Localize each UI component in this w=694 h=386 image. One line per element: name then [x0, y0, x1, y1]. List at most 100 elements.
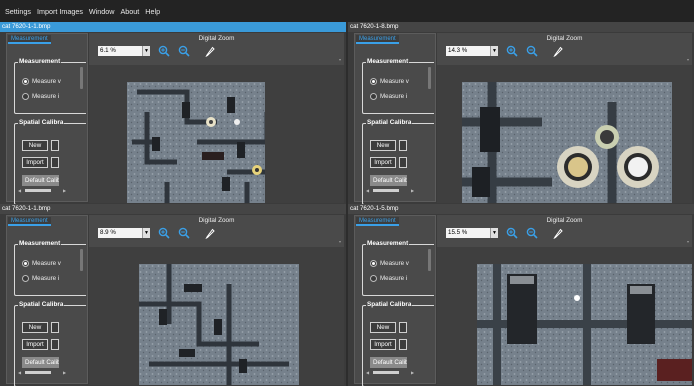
radio-dot[interactable] — [22, 93, 29, 100]
menu-item-help[interactable]: Help — [142, 7, 163, 16]
resize-grip-icon[interactable]: ▾ — [339, 57, 341, 62]
new-button[interactable]: New — [22, 140, 48, 151]
resize-grip-icon[interactable]: ▾ — [339, 239, 341, 244]
digital-zoom-title: Digital Zoom — [546, 217, 583, 224]
radio-dot[interactable] — [370, 93, 377, 100]
zoom-level-select[interactable]: 6.1 % ▼ — [98, 46, 150, 56]
zoom-in-icon[interactable] — [158, 227, 170, 239]
radio-measure-image[interactable]: Measure i — [22, 93, 59, 100]
scrollbar[interactable] — [80, 249, 83, 271]
radio-dot[interactable] — [22, 78, 29, 85]
micrograph-image[interactable] — [127, 82, 265, 203]
zoom-out-icon[interactable] — [178, 45, 190, 57]
resize-grip-icon[interactable]: ▾ — [687, 239, 689, 244]
menu-item-window[interactable]: Window — [86, 7, 118, 16]
zoom-out-icon[interactable] — [178, 227, 190, 239]
radio-measure-visible[interactable]: Measure v — [22, 78, 61, 85]
new-button[interactable]: New — [370, 140, 396, 151]
scrollbar[interactable] — [428, 67, 431, 89]
radio-dot[interactable] — [370, 78, 377, 85]
default-calibration-button[interactable]: Default Calib — [370, 175, 407, 186]
new-button[interactable]: New — [22, 322, 48, 333]
default-calibration-button[interactable]: Default Calib — [22, 357, 59, 368]
dropdown-arrow-icon[interactable]: ▼ — [142, 228, 150, 238]
export-button[interactable] — [51, 157, 59, 168]
zoom-out-icon[interactable] — [526, 45, 538, 57]
scrollbar[interactable] — [80, 67, 83, 89]
export-button[interactable] — [399, 339, 407, 350]
window-title[interactable]: cat 7620-1-8.bmp — [348, 22, 694, 32]
zoom-in-icon[interactable] — [506, 45, 518, 57]
import-button[interactable]: Import — [370, 339, 396, 350]
radio-dot[interactable] — [22, 275, 29, 282]
dropdown-arrow-icon[interactable]: ▼ — [142, 46, 150, 56]
pencil-icon[interactable] — [552, 227, 564, 239]
scroll-left-icon[interactable]: ◀ — [18, 188, 21, 193]
scroll-left-icon[interactable]: ◀ — [366, 188, 369, 193]
horizontal-scrollbar[interactable] — [373, 189, 399, 192]
pencil-icon[interactable] — [552, 45, 564, 57]
micrograph-image[interactable] — [477, 264, 692, 385]
micrograph-image[interactable] — [139, 264, 299, 385]
edit-button[interactable] — [399, 322, 407, 333]
tab-measurement[interactable]: Measurement — [356, 217, 399, 226]
export-button[interactable] — [51, 339, 59, 350]
zoom-in-icon[interactable] — [506, 227, 518, 239]
tab-measurement[interactable]: Measurement — [8, 217, 51, 226]
default-calibration-button[interactable]: Default Calib — [22, 175, 59, 186]
radio-dot[interactable] — [22, 260, 29, 267]
scroll-right-icon[interactable]: ▶ — [411, 188, 414, 193]
export-button[interactable] — [399, 157, 407, 168]
window-title[interactable]: cat 7620-1-1.bmp — [0, 22, 346, 32]
scroll-left-icon[interactable]: ◀ — [366, 370, 369, 375]
image-viewport[interactable] — [89, 247, 344, 385]
horizontal-scrollbar[interactable] — [373, 371, 399, 374]
new-button[interactable]: New — [370, 322, 396, 333]
window-title[interactable]: cat 7620-1-5.bmp — [348, 204, 694, 214]
horizontal-scrollbar[interactable] — [25, 371, 51, 374]
image-viewport[interactable] — [89, 65, 344, 203]
resize-grip-icon[interactable]: ▾ — [687, 57, 689, 62]
menu-item-about[interactable]: About — [118, 7, 143, 16]
default-calibration-button[interactable]: Default Calib — [370, 357, 407, 368]
zoom-level-select[interactable]: 15.5 % ▼ — [446, 228, 498, 238]
pencil-icon[interactable] — [204, 227, 216, 239]
image-viewport[interactable] — [437, 65, 692, 203]
zoom-out-icon[interactable] — [526, 227, 538, 239]
dropdown-arrow-icon[interactable]: ▼ — [490, 228, 498, 238]
menu-item-settings[interactable]: Settings — [2, 7, 34, 16]
pencil-icon[interactable] — [204, 45, 216, 57]
calibration-group-title: Spatial Calibra — [18, 119, 65, 126]
scroll-right-icon[interactable]: ▶ — [411, 370, 414, 375]
edit-button[interactable] — [51, 322, 59, 333]
measurement-group-title: Measurement — [366, 240, 410, 247]
radio-dot[interactable] — [370, 260, 377, 267]
radio-dot[interactable] — [370, 275, 377, 282]
scroll-right-icon[interactable]: ▶ — [63, 370, 66, 375]
dropdown-arrow-icon[interactable]: ▼ — [490, 46, 498, 56]
edit-button[interactable] — [51, 140, 59, 151]
radio-measure-image[interactable]: Measure i — [22, 275, 59, 282]
micrograph-image[interactable] — [462, 82, 672, 203]
radio-measure-visible[interactable]: Measure v — [370, 260, 409, 267]
window-title[interactable]: cat 7620-1-1.bmp — [0, 204, 346, 214]
scroll-right-icon[interactable]: ▶ — [63, 188, 66, 193]
zoom-level-select[interactable]: 8.9 % ▼ — [98, 228, 150, 238]
scroll-left-icon[interactable]: ◀ — [18, 370, 21, 375]
radio-measure-image[interactable]: Measure i — [370, 275, 407, 282]
horizontal-scrollbar[interactable] — [25, 189, 51, 192]
scrollbar[interactable] — [428, 249, 431, 271]
radio-measure-visible[interactable]: Measure v — [370, 78, 409, 85]
radio-measure-visible[interactable]: Measure v — [22, 260, 61, 267]
menu-item-import-images[interactable]: Import Images — [34, 7, 86, 16]
radio-measure-image[interactable]: Measure i — [370, 93, 407, 100]
zoom-in-icon[interactable] — [158, 45, 170, 57]
import-button[interactable]: Import — [22, 339, 48, 350]
tab-measurement[interactable]: Measurement — [8, 35, 51, 44]
import-button[interactable]: Import — [370, 157, 396, 168]
edit-button[interactable] — [399, 140, 407, 151]
image-viewport[interactable] — [437, 247, 692, 385]
tab-measurement[interactable]: Measurement — [356, 35, 399, 44]
zoom-level-select[interactable]: 14.3 % ▼ — [446, 46, 498, 56]
import-button[interactable]: Import — [22, 157, 48, 168]
